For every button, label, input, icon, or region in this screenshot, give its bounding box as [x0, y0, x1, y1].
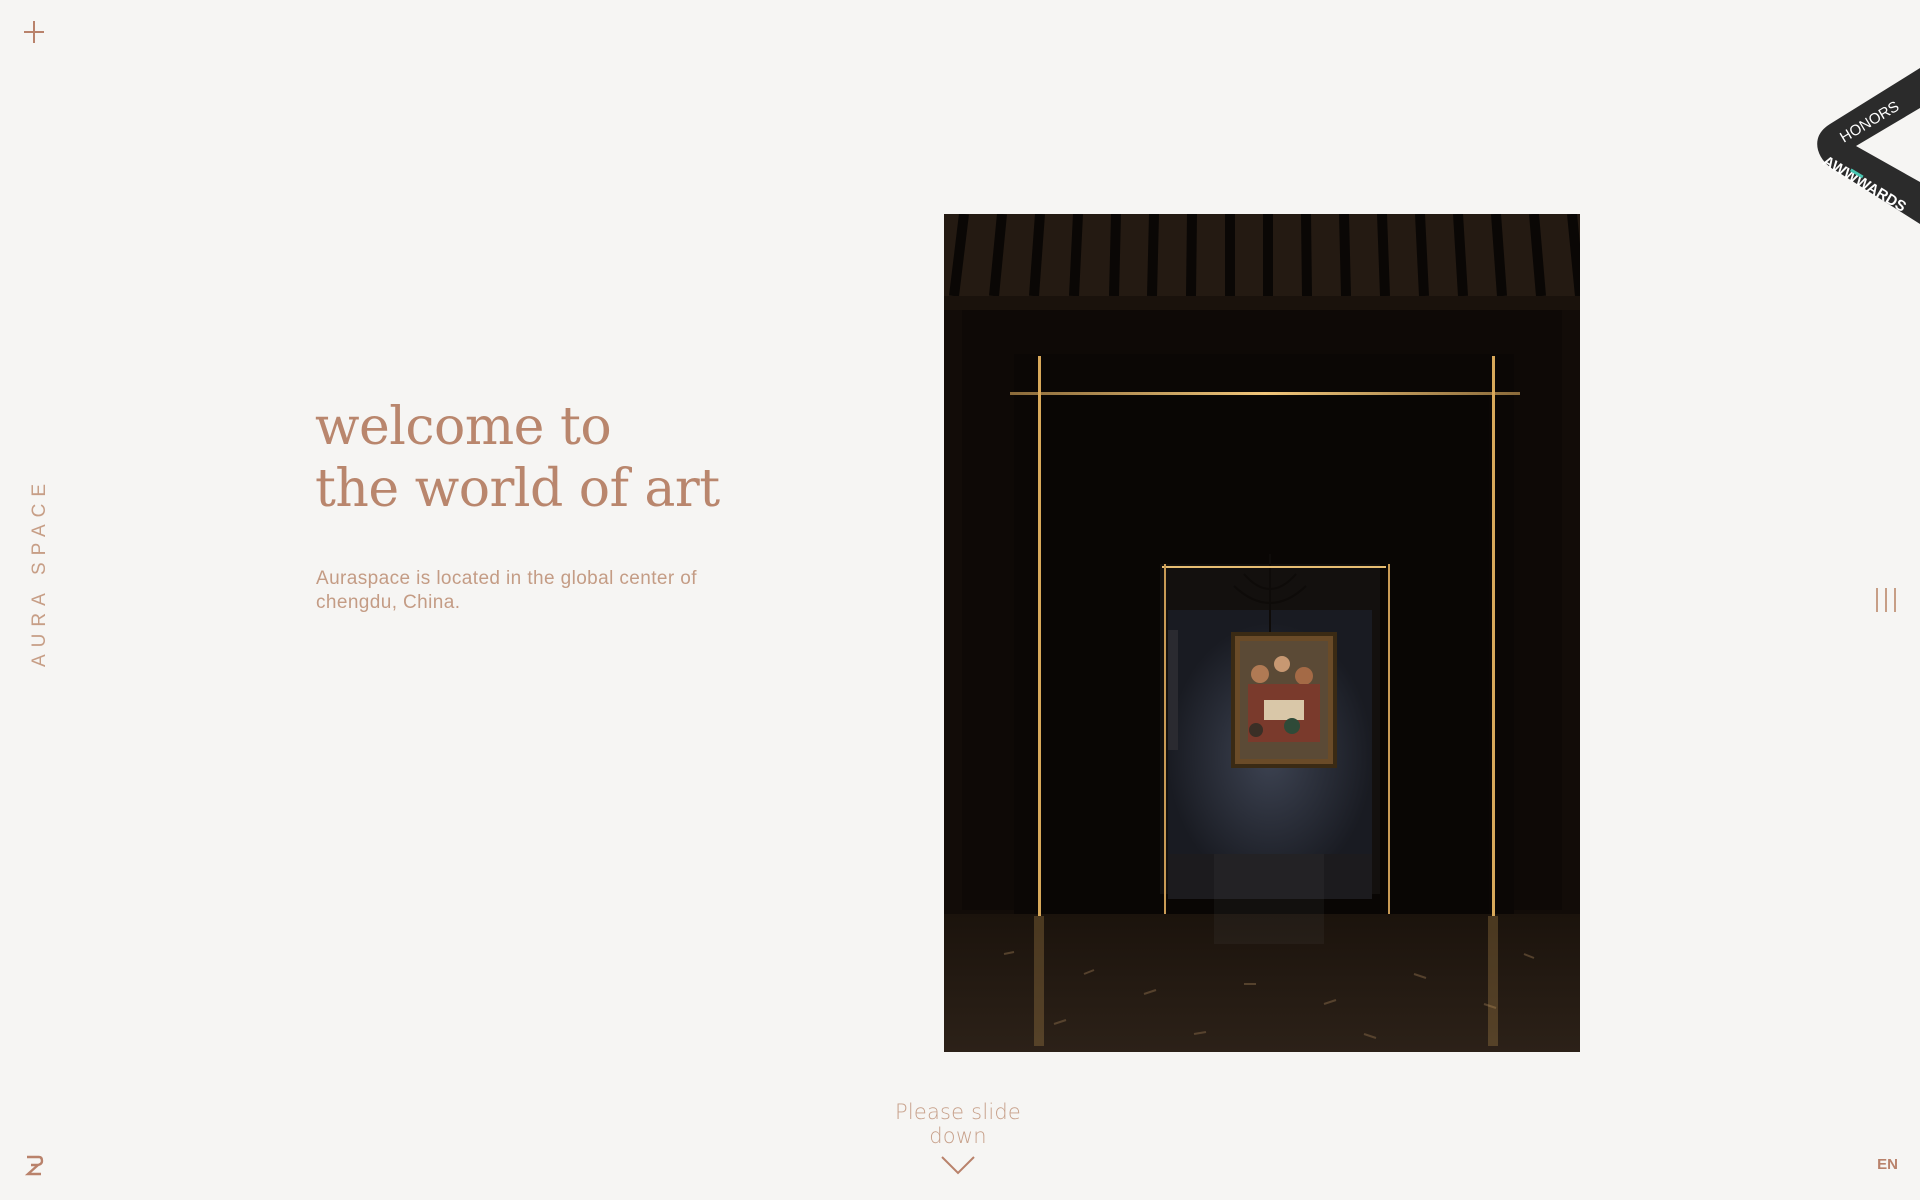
hero-title-line-1: welcome to: [315, 397, 612, 457]
awwwards-honors-badge[interactable]: HONORS AWWWARDS: [1800, 64, 1920, 254]
bar-2: [1885, 588, 1887, 612]
gallery-photo-illustration: [944, 214, 1580, 1052]
aura-logo-icon[interactable]: [23, 1154, 45, 1176]
slides-menu-icon[interactable]: [1874, 588, 1898, 612]
side-brand-label: AURA SPACE: [29, 476, 50, 668]
hero-title-line-2: the world of art: [315, 459, 720, 519]
language-switch[interactable]: EN: [1877, 1156, 1898, 1173]
bar-3: [1894, 588, 1896, 612]
bar-1: [1876, 588, 1878, 612]
scroll-down-hint[interactable]: Please slide down: [868, 1100, 1048, 1176]
gallery-image: [944, 214, 1580, 1052]
chevron-down-icon: [941, 1156, 975, 1175]
menu-plus-icon[interactable]: [22, 20, 46, 44]
hero-title: welcome to the world of art: [315, 396, 720, 520]
scroll-hint-label: Please slide down: [894, 1100, 1022, 1148]
hero-description: Auraspace is located in the global cente…: [316, 568, 697, 613]
